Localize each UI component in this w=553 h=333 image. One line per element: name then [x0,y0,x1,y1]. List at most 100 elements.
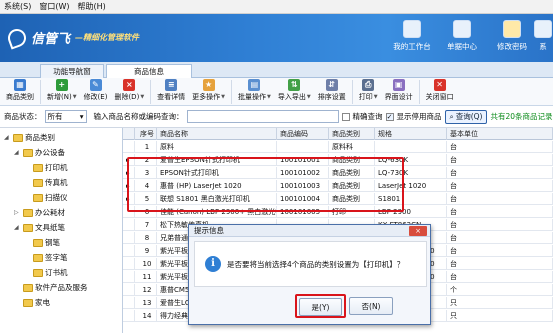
dialog-message: 是否要将当前选择4个商品的类别设置为【打印机】？ [227,259,405,269]
toolbar-button-6[interactable]: ▤ 批量操作 ▼ [235,79,274,105]
tab-bar: 功能导航窗 商品信息 [0,62,553,78]
tree-node[interactable]: 传真机 [24,177,68,188]
tree-node[interactable]: 订书机 [24,267,68,278]
table-cell: 台 [447,193,553,205]
toolbar-button-1[interactable]: + 新增(N) ▼ [44,79,80,105]
toolbar-button-7[interactable]: ⇅ 导入导出 ▼ [275,79,314,105]
toolbar-button-3[interactable]: × 删除(D) ▼ [111,79,147,105]
dialog-title: 提示信息 [189,225,430,237]
toolbar-button-11[interactable]: ✕ 关闭窗口 [423,79,457,105]
tree-node-label: 订书机 [45,268,68,277]
record-count: 共有20条商品记录 [490,112,553,121]
toolbar-button-8[interactable]: ⇵ 排序设置 [315,79,349,105]
tree-node-label: 商品类别 [25,133,55,142]
delete-icon: × [123,79,136,91]
query-button[interactable]: ⌕ 查询(Q) [444,109,488,124]
tree-node[interactable]: ◢ 办公设备 [14,147,65,158]
sort-icon: ⇵ [325,79,338,91]
column-header: 商品编码 [277,128,329,140]
toolbar-button-2[interactable]: ✎ 修改(E) [81,79,111,105]
add-icon: + [55,79,68,91]
toolbar-separator [40,80,41,104]
dialog-close-button[interactable]: × [409,226,427,236]
tree-node-label: 文具纸笔 [35,223,65,232]
tree-node[interactable]: ◢ 文具纸笔 [14,222,65,233]
more-icon: ★ [202,79,215,91]
tree-node[interactable]: 钢笔 [24,237,60,248]
table-cell: 原料科 [329,141,375,153]
edit-icon: ✎ [89,79,102,91]
table-cell: 7 [135,219,157,231]
table-cell: 台 [447,271,553,283]
expander-icon[interactable]: ▷ [14,209,21,216]
tree-node[interactable]: 软件产品及服务 [14,282,88,293]
menu-window[interactable]: 窗口(W) [39,1,69,12]
workbench-button[interactable]: 我的工作台 [386,20,438,52]
table-cell: 台 [447,141,553,153]
toolbar-button-9[interactable]: ⎙ 打印 ▼ [356,79,381,105]
folder-icon [33,238,43,247]
details-icon: ≡ [165,79,178,91]
toolbar-button-0[interactable]: ▦ 商品类别 [3,79,37,105]
tree-node[interactable]: 打印机 [24,162,68,173]
no-button[interactable]: 否(N) [349,297,393,315]
tree-node[interactable]: 家电 [14,297,50,308]
tree-node[interactable]: ▷ 办公耗材 [14,207,65,218]
change-password-button[interactable]: 修改密码 [486,20,538,52]
system-button[interactable]: 系 [533,20,553,52]
tab-navigation[interactable]: 功能导航窗 [40,64,104,78]
tab-product-info[interactable]: 商品信息 [106,64,192,78]
folder-icon [13,133,23,142]
confirm-dialog: 提示信息 × i 是否要将当前选择4个商品的类别设置为【打印机】？ 是(Y) 否… [188,224,431,325]
table-cell: 11 [135,271,157,283]
folder-icon [33,178,43,187]
status-select[interactable]: 所有 ▾ [44,110,87,123]
tree-node-label: 办公耗材 [35,208,65,217]
tree-node-label: 办公设备 [35,148,65,157]
toolbar-button-5[interactable]: ★ 更多操作 ▼ [189,79,228,105]
menu-help[interactable]: 帮助(H) [77,1,105,12]
table-cell [375,141,447,153]
key-icon [503,20,521,38]
tree-node[interactable]: 签字笔 [24,252,68,263]
table-row[interactable]: 1 原料 原料科 台 [123,141,553,153]
import-export-icon: ⇅ [288,79,301,91]
column-header: 规格 [375,128,447,140]
expander-icon[interactable]: ◢ [14,149,21,156]
search-icon: ⌕ [449,111,454,121]
logo-mark-icon [5,25,29,50]
tree-node-label: 签字笔 [45,253,68,262]
expander-icon[interactable]: ◢ [4,134,11,141]
show-disabled-checkbox[interactable]: ✓ [385,112,394,121]
table-cell: 台 [447,232,553,244]
table-cell: 原料 [157,141,277,153]
tree-node-label: 传真机 [45,178,68,187]
menu-bar: 系统(S) 窗口(W) 帮助(H) [0,0,553,14]
table-cell: 10 [135,258,157,270]
folder-icon [23,148,33,157]
search-input[interactable] [186,110,339,123]
toolbar-button-4[interactable]: ≡ 查看详情 [154,79,188,105]
column-header: 序号 [135,128,157,140]
table-cell [123,232,135,244]
column-header: 商品名称 [157,128,277,140]
table-cell: 台 [447,167,553,179]
menu-system[interactable]: 系统(S) [4,1,31,12]
tree-node[interactable]: 扫描仪 [24,192,68,203]
filter-bar: 商品状态： 所有 ▾ 输入商品名称或编码查询： 精确查询 ✓ 显示停用商品 ⌕ … [0,106,553,128]
toolbar-button-10[interactable]: ▣ 界面设计 [382,79,416,105]
table-cell: 8 [135,232,157,244]
caret-down-icon: ▼ [267,94,271,100]
yes-button-highlight [295,294,346,318]
document-center-button[interactable]: 单据中心 [436,20,488,52]
tree-node[interactable]: ◢ 商品类别 [4,132,55,143]
category-icon: ▦ [14,79,26,91]
expander-icon[interactable]: ◢ [14,224,21,231]
table-cell [123,297,135,309]
table-cell: 台 [447,180,553,192]
category-tree: ◢ 商品类别 ◢ 办公设备 打印机 传真机 扫描仪 ▷ 办公耗材 ◢ 文具纸笔 钢笔 签字笔 订书机 软件产… [0,128,123,333]
tree-node-label: 软件产品及服务 [35,283,88,292]
brand-slogan: —精细化管理软件 [75,33,140,42]
table-cell: 台 [447,219,553,231]
exact-query-checkbox[interactable] [341,112,350,121]
